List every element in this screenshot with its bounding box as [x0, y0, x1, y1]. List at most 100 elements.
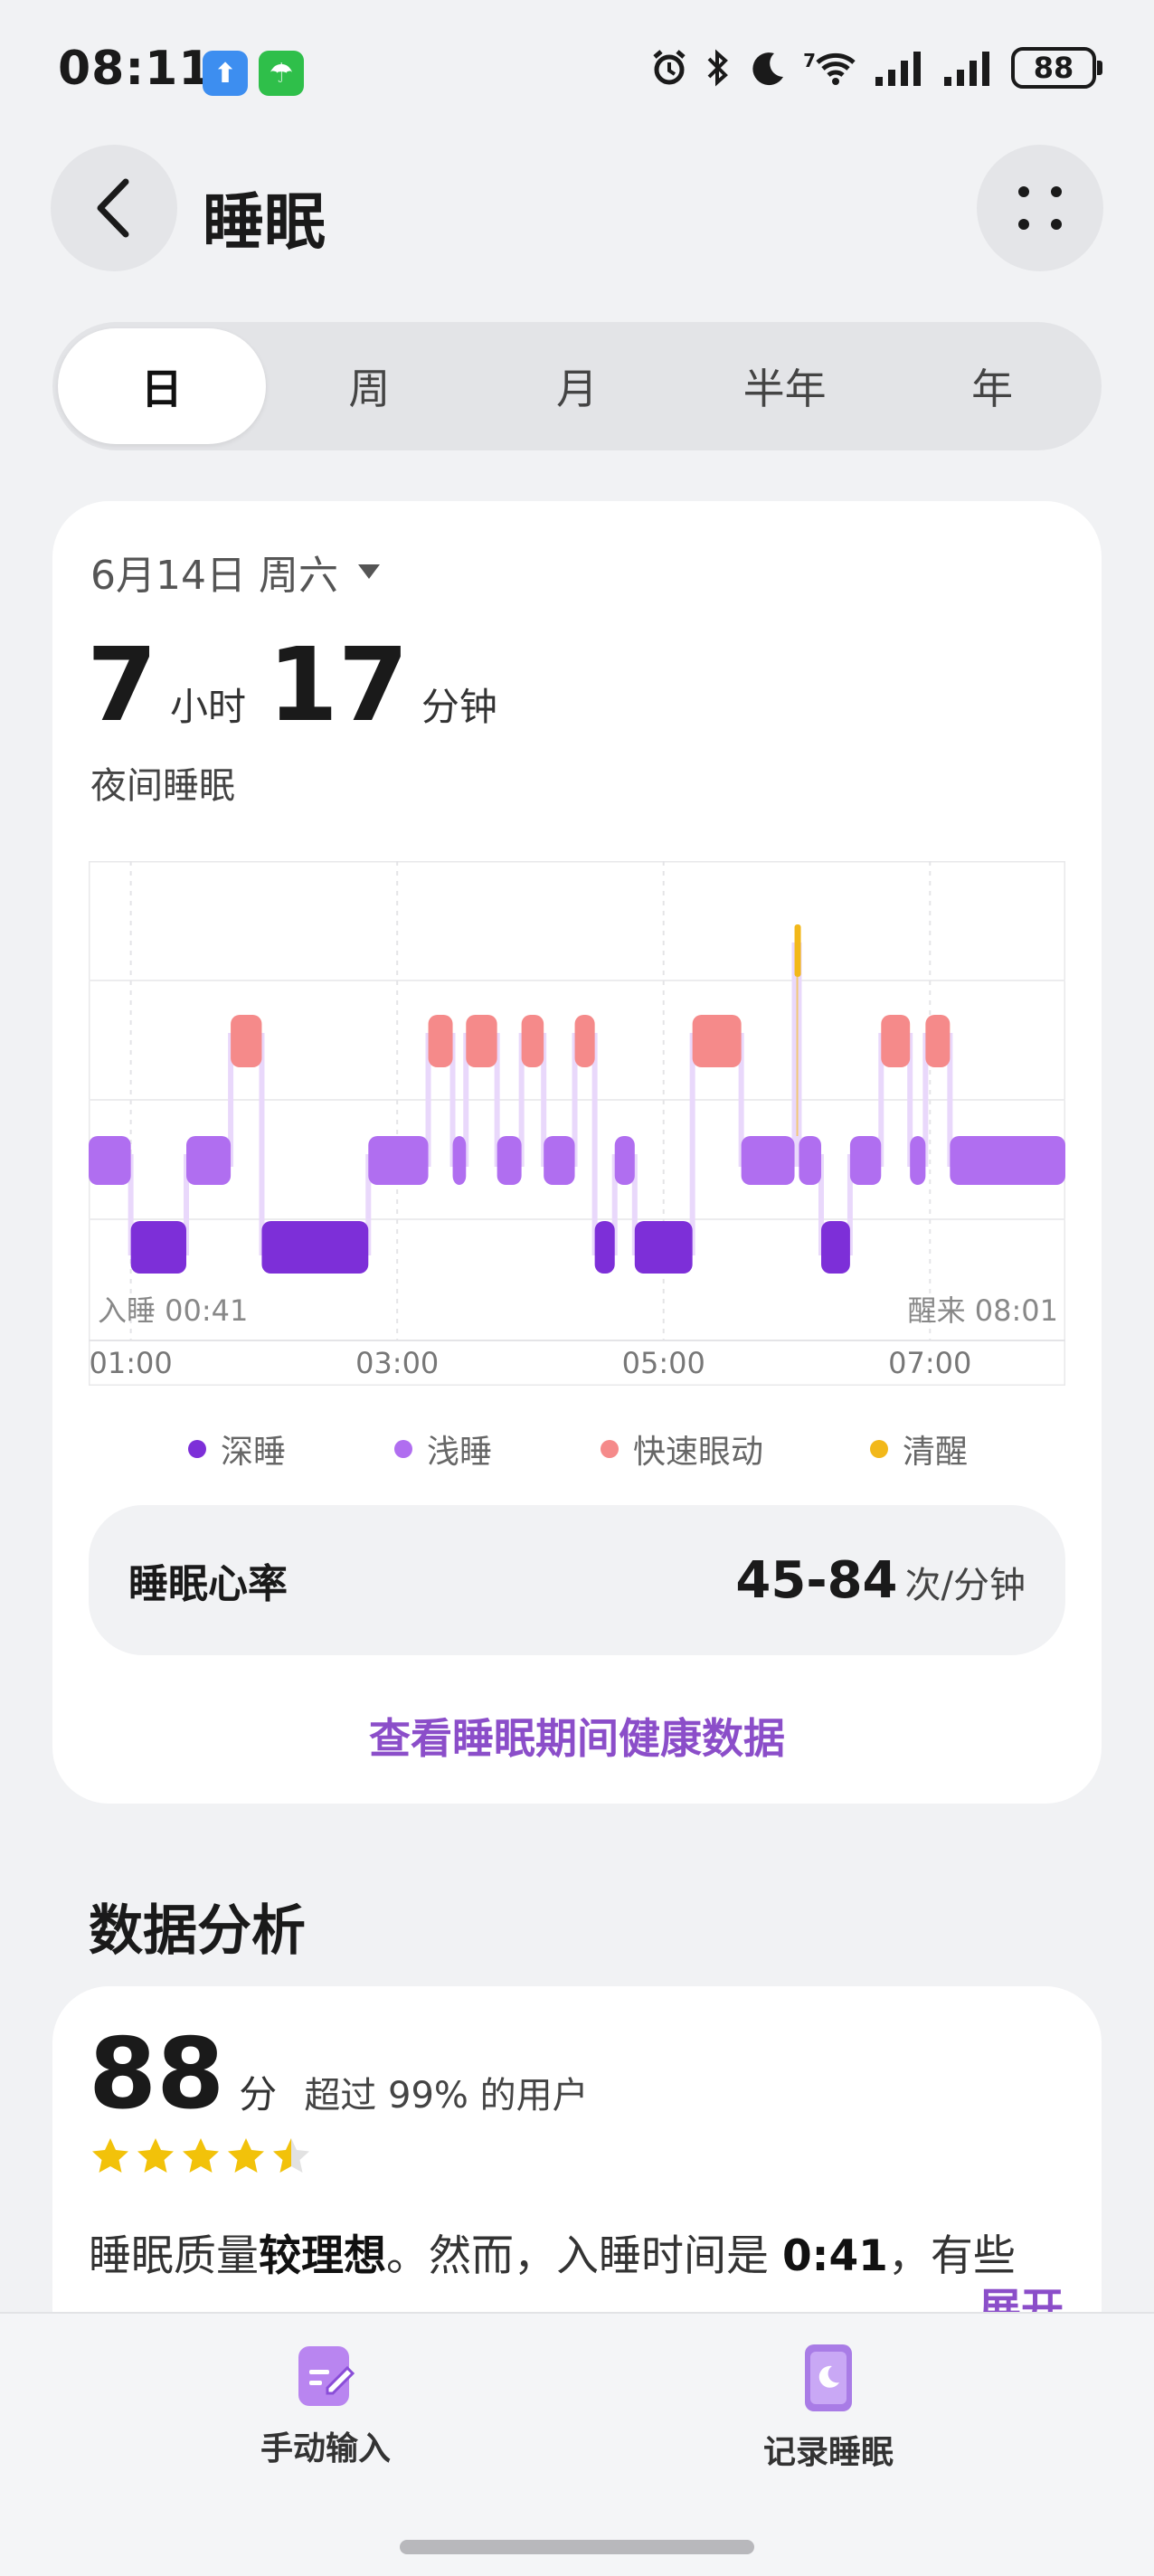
view-health-data-link[interactable]: 查看睡眠期间健康数据: [0, 1706, 1154, 1766]
more-button[interactable]: [977, 145, 1103, 271]
dropdown-triangle-icon: [357, 564, 380, 579]
star-icon: [183, 2138, 219, 2173]
alarm-icon: [653, 50, 686, 85]
stage-block-浅睡: [89, 1136, 131, 1185]
stage-block-浅睡: [799, 1136, 821, 1185]
stage-block-浅睡: [950, 1136, 1065, 1185]
manual-input-label: 手动输入: [260, 2430, 391, 2467]
star-icon: [137, 2138, 174, 2173]
analysis-text-part: 睡眠质量: [89, 2231, 259, 2281]
analysis-text-bold: 0:41: [781, 2231, 888, 2281]
stage-transition: [591, 1033, 598, 1255]
upload-app-icon: ⬆: [203, 51, 248, 96]
analysis-section-title: 数据分析: [89, 1899, 306, 1963]
stage-block-快速眼动: [925, 1015, 951, 1067]
score-beat-text: 超过 99% 的用户: [304, 2075, 589, 2117]
hours-unit: 小时: [169, 685, 246, 729]
stage-block-深睡: [821, 1221, 850, 1274]
signal-icon-1: [875, 52, 921, 86]
stage-block-浅睡: [741, 1136, 795, 1185]
legend-deep-label: 深睡: [221, 1434, 287, 1471]
stage-block-快速眼动: [231, 1015, 262, 1067]
back-arrow-icon: [97, 178, 129, 238]
heart-rate-title: 睡眠心率: [128, 1561, 288, 1607]
sleep-heart-rate-row[interactable]: 睡眠心率 45-84 次/分钟: [89, 1505, 1065, 1655]
stage-block-浅睡: [614, 1136, 635, 1185]
stage-block-快速眼动: [521, 1015, 544, 1067]
legend-awake: 清醒: [870, 1425, 968, 1473]
umbrella-app-icon: ☂: [259, 51, 304, 96]
minutes-unit: 分钟: [421, 685, 497, 729]
period-tabs: 日 周 月 半年 年: [52, 322, 1102, 450]
bluetooth-icon: [707, 49, 728, 87]
legend-light-dot: [394, 1440, 412, 1458]
stage-block-浅睡: [452, 1136, 467, 1185]
stage-block-浅睡: [368, 1136, 429, 1185]
tab-year[interactable]: 年: [888, 328, 1096, 444]
bottom-action-bar: [0, 2312, 1154, 2576]
sleep-stage-chart[interactable]: 入睡 00:41 醒来 08:01 01:00 03:00 05:00 07:00: [89, 861, 1065, 1386]
night-sleep-label: 夜间睡眠: [90, 765, 235, 807]
legend-awake-dot: [870, 1440, 888, 1458]
signal-icon-2: [944, 52, 989, 86]
legend-rem: 快速眼动: [601, 1425, 763, 1473]
heart-rate-value: 45-84: [735, 1550, 898, 1610]
battery-indicator: 88: [1011, 47, 1102, 89]
sleep-duration: 7 小时 17 分钟: [87, 635, 506, 736]
stage-transition: [259, 1033, 265, 1255]
legend-awake-label: 清醒: [903, 1434, 969, 1471]
date-selector[interactable]: 6月14日 周六: [90, 543, 382, 601]
heart-rate-unit: 次/分钟: [904, 1564, 1026, 1606]
manual-input-button[interactable]: 手动输入: [253, 2343, 398, 2469]
back-button[interactable]: [51, 145, 177, 271]
star-icon: [228, 2138, 264, 2173]
heart-rate-value-group: 45-84 次/分钟: [735, 1551, 1026, 1610]
score-stars: [90, 2136, 311, 2174]
stage-block-快速眼动: [881, 1015, 911, 1067]
duration-minutes: 17: [267, 627, 409, 744]
stage-transition: [689, 1033, 695, 1255]
home-indicator[interactable]: [400, 2540, 754, 2554]
half-star-icon: [273, 2138, 309, 2173]
edit-note-icon: [298, 2346, 355, 2406]
analysis-text-part: 。然而，入睡时间是: [386, 2231, 782, 2281]
legend-deep: 深睡: [188, 1425, 286, 1473]
date-label: 6月14日 周六: [90, 553, 338, 599]
analysis-text: 睡眠质量较理想。然而，入睡时间是 0:41，有些晚，晚睡可能导致免疫力下降，容易…: [89, 2218, 1074, 2308]
score-value: 88: [89, 2018, 225, 2131]
score-unit: 分: [239, 2072, 278, 2117]
tab-month[interactable]: 月: [473, 328, 681, 444]
stage-block-快速眼动: [428, 1015, 453, 1067]
sleep-start-label: 入睡 00:41: [98, 1293, 248, 1328]
stage-block-浅睡: [849, 1136, 882, 1185]
sleep-score: 88 分 超过 99% 的用户: [89, 2026, 589, 2124]
record-sleep-button[interactable]: 记录睡眠: [756, 2343, 901, 2473]
x-tick-label: 01:00: [90, 1346, 173, 1380]
legend-rem-dot: [601, 1440, 619, 1458]
status-time: 08:11: [58, 42, 213, 96]
stage-block-浅睡: [910, 1136, 926, 1185]
wake-label: 醒来 08:01: [908, 1293, 1058, 1328]
stage-block-浅睡: [186, 1136, 232, 1185]
moon-icon: [752, 52, 784, 86]
status-icons: 7 88: [649, 47, 1102, 89]
star-icon: [92, 2138, 128, 2173]
legend-deep-dot: [188, 1440, 206, 1458]
tab-half-year[interactable]: 半年: [681, 328, 889, 444]
x-tick-label: 05:00: [622, 1346, 705, 1380]
stage-block-深睡: [130, 1221, 186, 1274]
grid-dots-icon: [1018, 186, 1062, 230]
legend-rem-label: 快速眼动: [633, 1434, 764, 1471]
tab-week[interactable]: 周: [266, 328, 474, 444]
phone-moon-icon: [805, 2344, 852, 2411]
record-sleep-label: 记录睡眠: [762, 2434, 894, 2471]
legend-light-label: 浅睡: [427, 1434, 493, 1471]
stage-block-浅睡: [544, 1136, 575, 1185]
stage-block-深睡: [594, 1221, 615, 1274]
tab-day[interactable]: 日: [58, 328, 266, 444]
stage-block-快速眼动: [692, 1015, 742, 1067]
analysis-text-bold: 较理想: [259, 2231, 386, 2281]
duration-hours: 7: [87, 627, 157, 744]
stage-block-快速眼动: [466, 1015, 497, 1067]
wifi-icon: [816, 52, 856, 85]
